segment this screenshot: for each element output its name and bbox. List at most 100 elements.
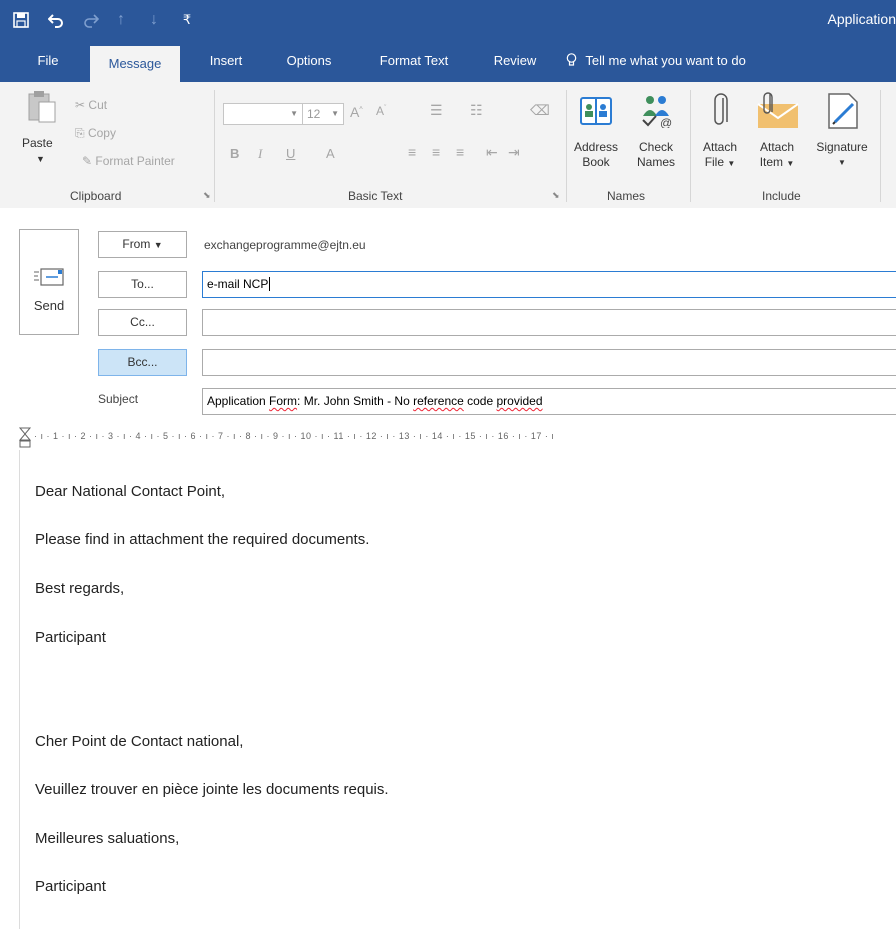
bold-button[interactable]: B xyxy=(230,146,239,161)
subject-text: code xyxy=(463,394,497,408)
basic-text-launcher-icon[interactable]: ⬊ xyxy=(552,190,560,201)
bcc-button[interactable]: Bcc... xyxy=(98,349,187,376)
body-line: Participant xyxy=(35,878,106,895)
attach-file-label-2: File xyxy=(704,155,725,169)
attach-item-label-1: Attach xyxy=(759,140,795,154)
scissors-icon: ✂ xyxy=(75,98,86,112)
paste-dropdown-icon[interactable]: ▼ xyxy=(36,154,45,164)
group-label-clipboard: Clipboard xyxy=(70,189,122,203)
align-center-icon[interactable]: ≡ xyxy=(432,144,440,160)
grow-font-icon[interactable]: A^ xyxy=(350,104,363,120)
increase-indent-icon[interactable]: ⇥ xyxy=(508,144,520,161)
signature-button[interactable]: Signature ▼ xyxy=(806,140,878,170)
check-names-icon[interactable]: @ xyxy=(640,94,676,133)
font-size-combo[interactable]: 12 ▼ xyxy=(302,103,344,125)
tab-format-text[interactable]: Format Text xyxy=(364,40,464,82)
address-book-button[interactable]: Address Book xyxy=(570,140,622,170)
clipboard-launcher-icon[interactable]: ⬊ xyxy=(203,190,211,201)
body-line: Dear National Contact Point, xyxy=(35,483,226,500)
bcc-field[interactable] xyxy=(202,349,896,376)
ribbon: Paste ▼ ✂ Cut ⎘ Copy ✎ Format Painter Cl… xyxy=(0,82,896,209)
ribbon-tabs: File Message Insert Options Format Text … xyxy=(0,40,896,82)
bullets-icon[interactable]: ☰ xyxy=(430,102,443,119)
signature-icon[interactable] xyxy=(825,92,861,135)
group-label-include: Include xyxy=(762,189,801,203)
brush-icon: ✎ xyxy=(82,154,93,168)
decrease-indent-icon[interactable]: ⇤ xyxy=(486,144,498,161)
arrow-up-icon[interactable]: ↑ xyxy=(110,10,132,30)
tab-review[interactable]: Review xyxy=(484,40,546,82)
check-names-button[interactable]: Check Names xyxy=(628,140,684,170)
format-painter-label: Format Painter xyxy=(95,154,175,168)
body-line: Please find in attachment the required d… xyxy=(35,531,370,548)
subject-field[interactable]: Application Form: Mr. John Smith - No re… xyxy=(202,388,896,415)
paste-icon[interactable] xyxy=(25,90,59,129)
address-book-label-1: Address xyxy=(573,140,619,154)
copy-button[interactable]: ⎘ Copy xyxy=(75,126,116,141)
body-line: Meilleures saluations, xyxy=(35,830,180,847)
send-label: Send xyxy=(33,298,65,313)
tell-me-search[interactable]: Tell me what you want to do xyxy=(566,40,746,82)
tab-file[interactable]: File xyxy=(26,40,70,82)
arrow-down-icon[interactable]: ↓ xyxy=(143,10,165,30)
paste-button[interactable]: Paste xyxy=(22,136,53,150)
numbering-icon[interactable]: ☷ xyxy=(470,102,483,119)
body-line: Best regards, xyxy=(35,580,125,597)
redo-icon[interactable] xyxy=(80,10,102,30)
save-icon[interactable] xyxy=(10,10,32,30)
format-painter-button[interactable]: ✎ Format Painter xyxy=(82,154,175,168)
body-line: Veuillez trouver en pièce jointe les doc… xyxy=(35,781,389,798)
chevron-down-icon: ▼ xyxy=(786,159,795,168)
tab-message[interactable]: Message xyxy=(90,46,180,82)
subject-text: Application xyxy=(207,394,270,408)
ruler[interactable]: · ı · 1 · ı · 2 · ı · 3 · ı · 4 · ı · 5 … xyxy=(18,425,896,451)
send-button[interactable]: Send xyxy=(19,229,79,335)
group-label-basic-text: Basic Text xyxy=(348,189,403,203)
svg-text:@: @ xyxy=(660,116,672,128)
indent-marker-icon[interactable] xyxy=(18,427,32,451)
paperclip-icon[interactable] xyxy=(711,92,729,135)
to-field[interactable]: e-mail NCP​ xyxy=(202,271,896,298)
cut-button[interactable]: ✂ Cut xyxy=(75,98,107,112)
align-left-icon[interactable]: ≡ xyxy=(408,144,416,160)
attach-file-button[interactable]: Attach File ▼ xyxy=(698,140,742,171)
cc-button[interactable]: Cc... xyxy=(98,309,187,336)
customize-icon[interactable]: ₹ xyxy=(176,10,198,30)
separator xyxy=(214,90,215,202)
chevron-down-icon: ▼ xyxy=(153,240,163,250)
text-cursor: ​ xyxy=(269,277,271,291)
underline-button[interactable]: U xyxy=(286,146,295,161)
check-names-label-2: Names xyxy=(636,155,675,169)
shrink-font-icon[interactable]: Aˇ xyxy=(376,104,386,118)
from-button[interactable]: From ▼ xyxy=(98,231,187,258)
tab-options[interactable]: Options xyxy=(276,40,342,82)
window-title: Application xyxy=(827,11,896,27)
tab-insert[interactable]: Insert xyxy=(197,40,255,82)
chevron-down-icon: ▼ xyxy=(838,158,846,167)
attach-file-label-1: Attach xyxy=(702,140,738,154)
to-button[interactable]: To... xyxy=(98,271,187,298)
address-book-icon[interactable] xyxy=(580,96,612,131)
clear-format-icon[interactable]: ⌫ xyxy=(530,102,550,119)
font-color-button[interactable]: A xyxy=(326,146,335,161)
chevron-down-icon: ▼ xyxy=(290,109,298,118)
tell-me-text: Tell me what you want to do xyxy=(585,53,746,68)
font-name-combo[interactable]: ▼ xyxy=(223,103,303,125)
copy-icon: ⎘ xyxy=(75,126,85,140)
from-address: exchangeprogramme@ejtn.eu xyxy=(204,238,366,252)
attach-item-icon[interactable] xyxy=(756,92,800,135)
separator xyxy=(880,90,881,202)
attach-item-label-2: Item xyxy=(759,155,784,169)
chevron-down-icon: ▼ xyxy=(331,109,339,118)
send-envelope-icon xyxy=(34,266,64,293)
signature-label: Signature xyxy=(816,140,868,154)
check-names-label-1: Check xyxy=(638,140,673,154)
undo-icon[interactable] xyxy=(45,10,67,30)
attach-item-button[interactable]: Attach Item ▼ xyxy=(752,140,802,171)
align-right-icon[interactable]: ≡ xyxy=(456,144,464,160)
cc-field[interactable] xyxy=(202,309,896,336)
group-label-names: Names xyxy=(607,189,646,203)
italic-button[interactable]: I xyxy=(258,146,262,162)
subject-text: : Mr. John Smith - No xyxy=(297,394,414,408)
subject-misspelled-word: reference xyxy=(413,394,464,408)
